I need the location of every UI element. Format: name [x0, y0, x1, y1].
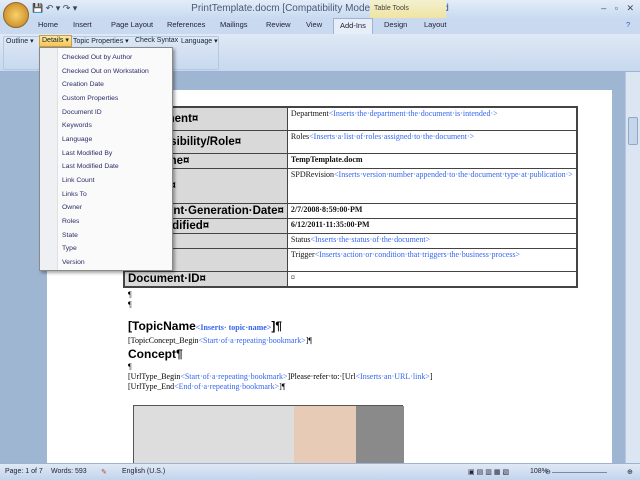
row-value[interactable]: Trigger<Inserts·action·or·condition·that…: [286, 247, 578, 272]
tab-home[interactable]: Home: [38, 20, 58, 29]
menu-item-creation-date[interactable]: Creation Date: [62, 81, 104, 88]
row-value[interactable]: 2/7/2008·8:59:00·PM: [286, 202, 578, 219]
menu-item-link-count[interactable]: Link Count: [62, 177, 95, 184]
menu-item-last-modified-date[interactable]: Last Modified Date: [62, 163, 119, 170]
menu-item-last-modified-by[interactable]: Last Modified By: [62, 150, 112, 157]
paragraph-mark: ¶: [128, 290, 132, 299]
tab-mailings[interactable]: Mailings: [220, 20, 248, 29]
view-buttons[interactable]: ▣▤▥▦▧: [468, 468, 511, 476]
table-row: Status¤Status<Inserts·the·status·of·the·…: [123, 232, 578, 249]
metadata-table: Department¤Department<Inserts·the·depart…: [123, 106, 578, 288]
details-button[interactable]: Details ▾: [39, 35, 72, 47]
document-body[interactable]: ¶ ¶ [TopicName<Inserts· topic·name>]¶ [T…: [128, 290, 508, 392]
menu-item-checked-out-by-author[interactable]: Checked Out by Author: [62, 54, 132, 61]
help-icon[interactable]: ?: [626, 20, 630, 29]
language-button[interactable]: Language ▾: [181, 37, 218, 45]
menu-item-roles[interactable]: Roles: [62, 218, 79, 225]
tab-layout[interactable]: Layout: [424, 20, 447, 29]
row-value[interactable]: TempTemplate.docm: [286, 152, 578, 169]
table-row: Version¤SPDRevision<Inserts·version·numb…: [123, 167, 578, 204]
title-bar: 💾 ↶ ▾ ↷ ▾ PrintTemplate.docm [Compatibil…: [0, 0, 640, 18]
menu-item-state[interactable]: State: [62, 232, 78, 239]
tab-add-ins[interactable]: Add-Ins: [333, 18, 373, 34]
topic-properties-button[interactable]: Topic Properties ▾: [73, 37, 129, 45]
menu-item-custom-properties[interactable]: Custom Properties: [62, 95, 118, 102]
concept-begin-line: [TopicConcept_Begin<Start·of·a·repeating…: [128, 336, 313, 345]
page-count[interactable]: Page: 1 of 7: [5, 468, 43, 475]
row-value[interactable]: Status<Inserts·the·status·of·the·documen…: [286, 232, 578, 249]
office-button[interactable]: [3, 2, 29, 28]
row-value[interactable]: Roles<Inserts·a·list·of·roles·assigned·t…: [286, 129, 578, 154]
word-count[interactable]: Words: 593: [51, 468, 87, 475]
language-status[interactable]: English (U.S.): [122, 468, 165, 475]
menu-item-links-to[interactable]: Links To: [62, 191, 87, 198]
row-value[interactable]: Department<Inserts·the·department·the·do…: [286, 106, 578, 131]
ribbon-tabs: Home Insert Page Layout References Maili…: [0, 18, 640, 34]
tab-design[interactable]: Design: [384, 20, 407, 29]
menu-item-checked-out-on-workstation[interactable]: Checked Out on Workstation: [62, 68, 149, 75]
row-label: Document·ID¤: [123, 270, 288, 287]
proofing-icon[interactable]: ✎: [101, 468, 107, 476]
tab-view[interactable]: View: [306, 20, 322, 29]
row-value[interactable]: ¤: [286, 270, 578, 287]
tab-insert[interactable]: Insert: [73, 20, 92, 29]
url-line: [UrlType_Begin<Start·of·a·repeating·book…: [128, 372, 433, 391]
table-row: Trigger¤Trigger<Inserts·action·or·condit…: [123, 247, 578, 272]
embedded-image[interactable]: [133, 405, 404, 466]
menu-item-owner[interactable]: Owner: [62, 204, 82, 211]
table-row: Document·ID¤ ¤: [123, 270, 578, 287]
table-row: Department¤Department<Inserts·the·depart…: [123, 106, 578, 131]
window-title: PrintTemplate.docm [Compatibility Mode] …: [191, 3, 449, 14]
outline-button[interactable]: Outline ▾: [6, 37, 34, 45]
tab-references[interactable]: References: [167, 20, 205, 29]
tab-review[interactable]: Review: [266, 20, 291, 29]
status-bar: Page: 1 of 7 Words: 593 ✎ English (U.S.)…: [0, 463, 640, 480]
zoom-out-icon[interactable]: ⊖: [545, 468, 551, 476]
vertical-scrollbar[interactable]: [625, 72, 640, 463]
menu-item-type[interactable]: Type: [62, 245, 77, 252]
window-controls[interactable]: – ▫ ✕: [601, 3, 634, 14]
menu-item-document-id[interactable]: Document ID: [62, 109, 102, 116]
row-value[interactable]: 6/12/2011·11:35:00·PM: [286, 217, 578, 234]
paragraph-mark: ¶: [128, 362, 132, 371]
topic-name-line: [TopicName<Inserts· topic·name>]¶: [128, 319, 283, 333]
menu-item-version[interactable]: Version: [62, 259, 85, 266]
check-syntax-button[interactable]: Check Syntax: [135, 37, 178, 44]
zoom-in-icon[interactable]: ⊕: [627, 468, 633, 476]
menu-item-language[interactable]: Language: [62, 136, 92, 143]
row-value[interactable]: SPDRevision<Inserts·version·number·appen…: [286, 167, 578, 204]
details-dropdown-menu: Checked Out by Author Checked Out on Wor…: [39, 47, 173, 271]
concept-heading: Concept¶: [128, 347, 183, 361]
table-tools-label: Table Tools: [370, 0, 446, 18]
table-row: Document·Generation·Date¤ 2/7/2008·8:59:0…: [123, 202, 578, 219]
scrollbar-thumb[interactable]: [628, 117, 638, 145]
table-row: Responsibility/Role¤ Roles<Inserts·a·list…: [123, 129, 578, 154]
paragraph-mark: ¶: [128, 300, 132, 309]
menu-item-keywords[interactable]: Keywords: [62, 122, 92, 129]
table-row: Last·Modified¤6/12/2011·11:35:00·PM: [123, 217, 578, 234]
zoom-slider[interactable]: [552, 472, 607, 473]
tab-page-layout[interactable]: Page Layout: [111, 20, 153, 29]
table-row: File·Name¤TempTemplate.docm: [123, 152, 578, 169]
